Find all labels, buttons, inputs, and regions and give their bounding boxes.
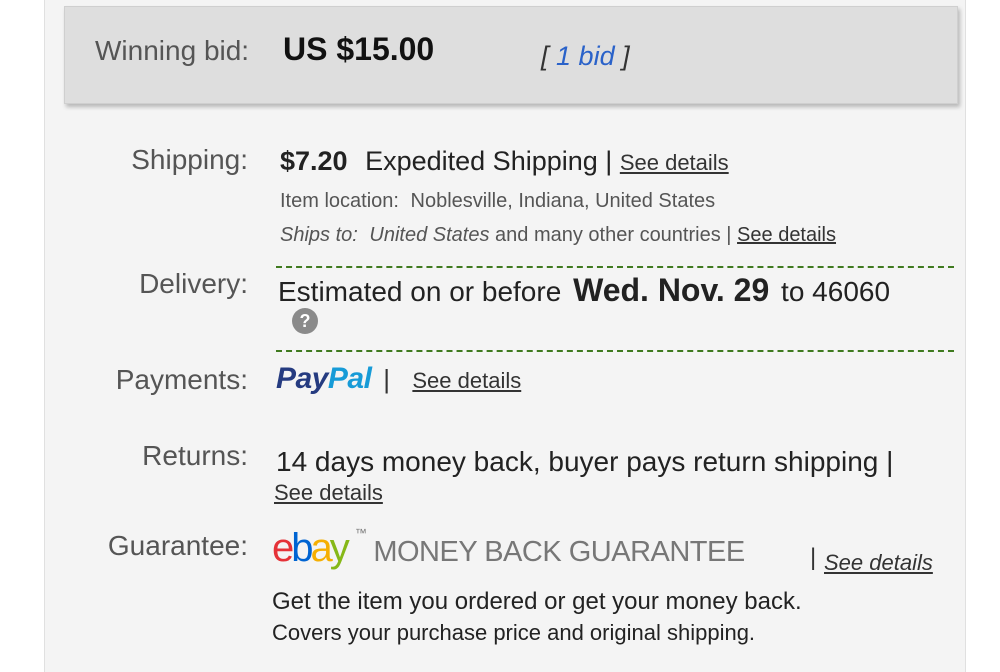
ships-to-extra: and many other countries	[495, 224, 721, 246]
winning-bid-amount: US $15.00	[283, 31, 435, 67]
ships-to: Ships to: United States and many other c…	[280, 224, 836, 247]
money-back-guarantee-text: MONEY BACK GUARANTEE	[373, 536, 745, 568]
delivery-text-post: to 46060	[781, 276, 891, 307]
delivery-estimate: Estimated on or before Wed. Nov. 29 to 4…	[278, 272, 890, 309]
ebay-logo-a: a	[310, 526, 333, 570]
paypal-logo-pal: Pal	[327, 362, 372, 395]
ships-to-see-details-link[interactable]: See details	[737, 224, 836, 246]
payments-separator: |	[383, 364, 391, 394]
winning-bid-label: Winning bid:	[95, 35, 250, 66]
ebay-logo-e: e	[272, 526, 294, 570]
ebay-logo-y: y	[329, 526, 350, 570]
guarantee-label: Guarantee:	[107, 530, 248, 561]
bid-count-link[interactable]: 1 bid	[556, 41, 615, 71]
ships-to-label: Ships to:	[280, 224, 358, 246]
returns-label: Returns:	[142, 440, 248, 471]
item-location-value: Noblesville, Indiana, United States	[410, 190, 716, 212]
ebay-logo: ebay	[272, 526, 355, 570]
payments-see-details-link[interactable]: See details	[412, 368, 521, 393]
paypal-logo: PayPal	[276, 362, 379, 395]
item-location: Item location: Noblesville, Indiana, Uni…	[280, 190, 715, 213]
payments-label: Payments:	[115, 364, 248, 395]
shipping-line: $7.20 Expedited Shipping | See details	[280, 146, 729, 177]
bid-count-open-bracket: [	[541, 41, 549, 71]
divider-dashed-top	[276, 266, 954, 268]
payments-line: PayPal | See details	[276, 362, 521, 396]
bid-count: [ 1 bid ]	[541, 41, 630, 72]
shipping-label: Shipping:	[131, 144, 248, 175]
shipping-separator: |	[605, 146, 613, 176]
ebay-logo-b: b	[291, 526, 313, 570]
returns-text: 14 days money back, buyer pays return sh…	[276, 446, 894, 477]
bid-count-close-bracket: ]	[622, 41, 630, 71]
guarantee-separator: |	[810, 544, 817, 571]
ships-to-value: United States	[369, 224, 490, 246]
shipping-see-details-link[interactable]: See details	[620, 150, 729, 175]
paypal-logo-pay: Pay	[276, 362, 328, 395]
item-location-label: Item location:	[280, 190, 399, 212]
divider-dashed-bottom	[276, 350, 954, 352]
help-icon[interactable]: ?	[292, 308, 318, 334]
winning-bid-box: Winning bid: US $15.00 [ 1 bid ]	[64, 6, 958, 104]
delivery-date: Wed. Nov. 29	[573, 272, 770, 308]
guarantee-line-2: Covers your purchase price and original …	[272, 620, 756, 645]
delivery-text-pre: Estimated on or before	[278, 276, 562, 307]
ebay-money-back-logo: ebay ™ MONEY BACK GUARANTEE	[272, 526, 745, 571]
ships-to-separator: |	[726, 224, 732, 246]
shipping-method: Expedited Shipping	[365, 146, 598, 176]
guarantee-line-1: Get the item you ordered or get your mon…	[272, 588, 802, 615]
guarantee-see-details-link[interactable]: See details	[824, 550, 933, 576]
ebay-logo-tm: ™	[354, 526, 367, 540]
returns-see-details-link[interactable]: See details	[274, 480, 383, 506]
shipping-price: $7.20	[280, 146, 348, 176]
delivery-label: Delivery:	[139, 268, 248, 299]
